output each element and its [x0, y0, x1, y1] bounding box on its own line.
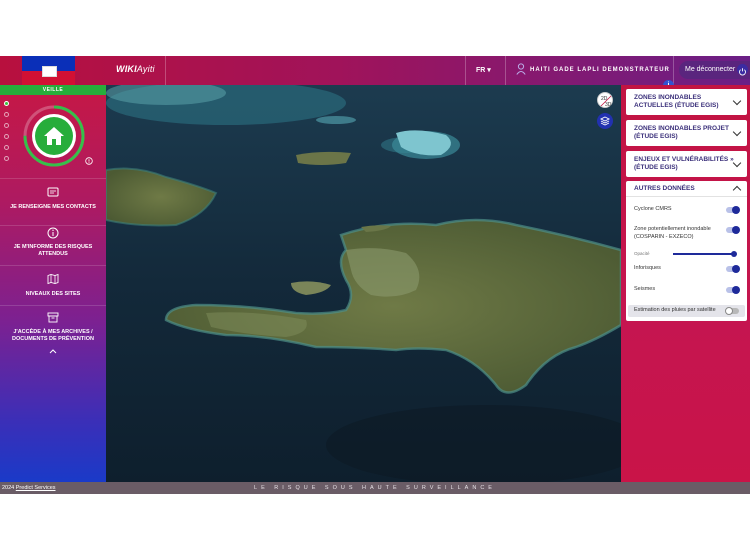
satellite-map[interactable] — [106, 85, 621, 482]
opacity-slider-track[interactable] — [673, 253, 735, 255]
toggle-cyclone[interactable] — [726, 206, 740, 214]
menu-risks-label-2: ATTENDUS — [38, 251, 68, 257]
section-title-line2: (ÉTUDE EGIS) — [634, 164, 678, 171]
power-icon[interactable] — [737, 64, 748, 76]
vigilance-steps — [4, 101, 12, 167]
logo-bold: WIKI — [116, 64, 137, 74]
step-dot[interactable] — [4, 112, 9, 117]
toggle-3d-label: 3D — [605, 102, 612, 108]
toggle-zone-inondable[interactable] — [726, 226, 740, 234]
section-divider — [626, 196, 747, 197]
map-canvas[interactable] — [106, 85, 621, 482]
toggle-satellite-rain[interactable] — [725, 307, 739, 315]
logo-light: Ayiti — [136, 64, 155, 74]
section-enjeux[interactable]: ENJEUX ET VULNÉRABILITÉS » (ÉTUDE EGIS) — [626, 151, 747, 177]
logout-label[interactable]: Me déconnecter — [685, 66, 735, 73]
header-divider — [465, 56, 466, 85]
menu-sites[interactable]: NIVEAUX DES SITES — [0, 265, 106, 306]
section-title-line1: ENJEUX ET VULNÉRABILITÉS » — [634, 156, 734, 163]
layers-button[interactable] — [597, 113, 613, 129]
chevron-down-icon[interactable] — [732, 96, 742, 106]
step-dot[interactable] — [4, 145, 9, 150]
footer-slogan: LE RISQUE SOUS HAUTE SURVEILLANCE — [254, 485, 496, 491]
section-title-line2: (ÉTUDE EGIS) — [634, 133, 678, 140]
user-name: HAITI GADE LAPLI DEMONSTRATEUR — [530, 67, 670, 73]
menu-sites-label: NIVEAUX DES SITES — [25, 291, 81, 297]
step-dot[interactable] — [4, 101, 9, 106]
menu-contacts-label: JE RENSEIGNE MES CONTACTS — [10, 204, 96, 210]
header-divider — [673, 56, 674, 85]
step-dot[interactable] — [4, 123, 9, 128]
language-selector[interactable]: FR ▾ — [476, 66, 491, 74]
toggle-inforisques[interactable] — [726, 265, 740, 273]
option-label: Zone potentiellement inondable — [634, 226, 711, 232]
header-divider — [165, 56, 166, 85]
opacity-slider-handle[interactable] — [731, 251, 737, 257]
section-title-line1: ZONES INONDABLES — [634, 94, 702, 101]
header-divider — [505, 56, 506, 85]
step-dot[interactable] — [4, 156, 9, 161]
step-dot[interactable] — [4, 134, 9, 139]
contact-card-icon — [47, 187, 59, 197]
section-title-line1: ZONES INONDABLES PROJET — [634, 125, 729, 132]
info-circle-icon — [47, 227, 59, 239]
map-icon — [47, 273, 59, 285]
archive-box-icon — [47, 312, 59, 323]
chevron-up-icon[interactable] — [732, 185, 742, 195]
menu-contacts[interactable]: JE RENSEIGNE MES CONTACTS — [0, 178, 106, 226]
menu-archives[interactable]: J'ACCÈDE À MES ARCHIVES / DOCUMENTS DE P… — [0, 305, 106, 363]
toggle-seismes[interactable] — [726, 286, 740, 294]
vigilance-gauge[interactable] — [22, 104, 86, 168]
collapse-chevron-icon[interactable] — [49, 348, 57, 354]
section-zones-projet[interactable]: ZONES INONDABLES PROJET (ÉTUDE EGIS) — [626, 120, 747, 146]
option-label: (COSPARIN - EXZECO) — [634, 234, 694, 240]
chevron-down-icon[interactable] — [732, 127, 742, 137]
alert-info-icon[interactable] — [85, 157, 93, 165]
section-zones-actuelles[interactable]: ZONES INONDABLES ACTUELLES (ÉTUDE EGIS) — [626, 89, 747, 115]
user-icon — [516, 63, 526, 75]
option-label: Cyclone CMRS — [634, 206, 672, 212]
opacity-label: Opacité — [634, 251, 650, 256]
view-2d-3d-toggle[interactable]: 2D 3D — [597, 92, 613, 108]
option-label: Seismes — [634, 286, 656, 292]
option-label: Inforisques — [634, 265, 661, 271]
status-badge: VEILLE — [0, 85, 106, 95]
option-label: Estimation des pluies par satellite — [634, 307, 716, 313]
section-title-line1: AUTRES DONNÉES — [634, 185, 695, 192]
chevron-down-icon[interactable] — [732, 158, 742, 168]
top-blank-area — [0, 0, 750, 56]
haiti-flag-logo — [22, 56, 75, 85]
menu-risks[interactable]: JE M'INFORME DES RISQUES ATTENDUS — [0, 225, 106, 266]
section-title-line2: ACTUELLES (ÉTUDE EGIS) — [634, 102, 719, 109]
menu-archives-label-2: DOCUMENTS DE PRÉVENTION — [12, 336, 94, 342]
app-logo[interactable]: WIKIAyiti — [116, 64, 155, 74]
layers-icon — [599, 116, 611, 126]
